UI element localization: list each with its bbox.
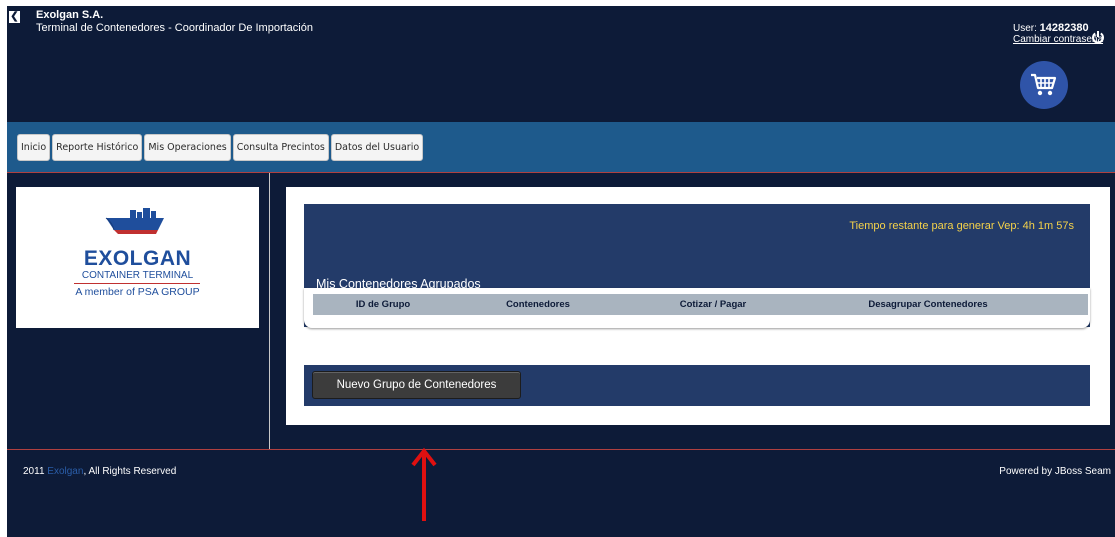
company-name: Exolgan S.A. xyxy=(36,9,104,21)
power-icon[interactable] xyxy=(1091,30,1105,44)
user-info: User: 14282380 Cambiar contraseña xyxy=(1013,22,1103,46)
footer-divider xyxy=(7,449,1115,450)
tab-datos-del-usuario[interactable]: Datos del Usuario xyxy=(330,134,424,161)
main-panel: Tiempo restante para generar Vep: 4h 1m … xyxy=(286,187,1110,425)
company-logo: EXOLGAN CONTAINER TERMINAL A member of P… xyxy=(16,187,259,328)
tab-consulta-precintos[interactable]: Consulta Precintos xyxy=(232,134,329,161)
logo-name: EXOLGAN xyxy=(83,247,192,270)
groups-table: ID de Grupo Contenedores Cotizar / Pagar… xyxy=(304,288,1090,328)
logo-subtitle: CONTAINER TERMINAL xyxy=(81,270,194,281)
app-frame: ❮ Exolgan S.A. Terminal de Contenedores … xyxy=(7,6,1115,537)
footer-year: 2011 xyxy=(23,466,48,477)
new-container-group-button[interactable]: Nuevo Grupo de Contenedores xyxy=(312,371,521,399)
column-desagrupar: Desagrupar Contenedores xyxy=(868,299,988,310)
logo-tagline: A member of PSA GROUP xyxy=(75,286,200,298)
actions-panel: Nuevo Grupo de Contenedores xyxy=(304,365,1090,406)
user-id: 14282380 xyxy=(1039,22,1089,34)
column-id-grupo: ID de Grupo xyxy=(355,299,411,310)
vep-timer: Tiempo restante para generar Vep: 4h 1m … xyxy=(849,220,1074,232)
footer-brand-link[interactable]: Exolgan xyxy=(47,466,83,477)
footer-powered-by: Powered by JBoss Seam xyxy=(999,466,1111,477)
table-header: ID de Grupo Contenedores Cotizar / Pagar… xyxy=(313,294,1088,315)
user-label: User: xyxy=(1013,23,1040,34)
ship-icon xyxy=(105,208,164,234)
nav-tabs: Inicio Reporte Histórico Mis Operaciones… xyxy=(17,134,424,161)
change-password-link[interactable]: Cambiar contraseña xyxy=(1013,34,1103,45)
app-subtitle: Terminal de Contenedores - Coordinador D… xyxy=(36,22,313,34)
annotation-arrow-icon xyxy=(411,447,437,521)
tab-reporte-historico[interactable]: Reporte Histórico xyxy=(52,134,143,161)
footer-copyright: 2011 Exolgan, All Rights Reserved xyxy=(23,466,176,477)
footer-rights: , All Rights Reserved xyxy=(83,466,177,477)
tab-mis-operaciones[interactable]: Mis Operaciones xyxy=(144,134,231,161)
shopping-cart-icon xyxy=(1031,73,1057,96)
sidebar-divider xyxy=(269,173,270,449)
column-contenedores: Contenedores xyxy=(506,299,570,310)
logo-divider xyxy=(74,283,200,284)
column-cotizar-pagar: Cotizar / Pagar xyxy=(679,299,747,310)
tab-inicio[interactable]: Inicio xyxy=(17,134,51,161)
back-chevron-icon[interactable]: ❮ xyxy=(9,11,20,23)
shopping-cart-button[interactable] xyxy=(1020,61,1068,109)
